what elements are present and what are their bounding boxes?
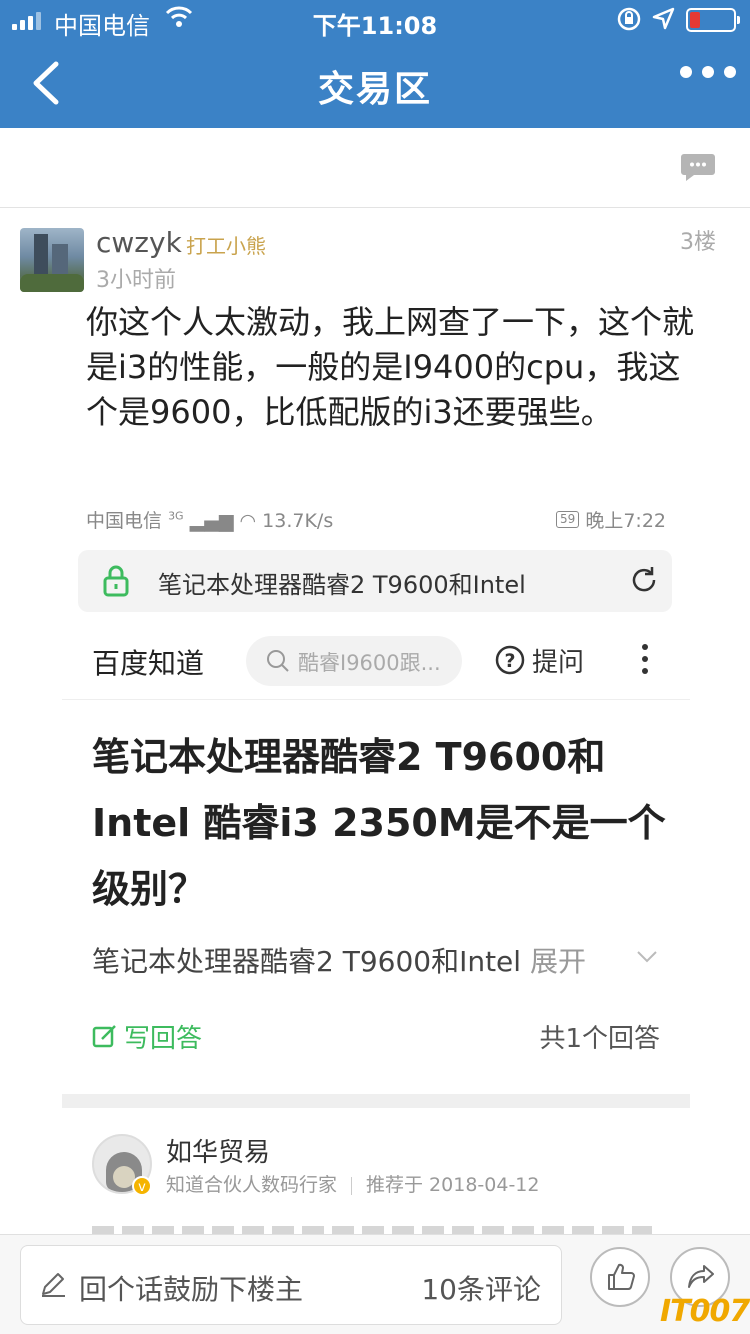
answer-recommended: 推荐于 2018-04-12 <box>366 1174 540 1196</box>
embedded-time: 晚上7:22 <box>585 510 666 532</box>
embedded-carrier: 中国电信 <box>86 510 163 532</box>
question-desc: 笔记本处理器酷睿2 T9600和Intel 展开 <box>92 940 586 980</box>
comment-count[interactable]: 10条评论 <box>421 1268 541 1308</box>
expand-link[interactable]: 展开 <box>530 945 586 978</box>
refresh-icon[interactable] <box>628 564 660 596</box>
toolbar-row <box>0 128 750 208</box>
kebab-menu-icon[interactable] <box>642 644 648 674</box>
top-bar: 中国电信 下午11:08 交易区 <box>0 0 750 128</box>
watermark-logo: IT007 <box>660 1294 750 1329</box>
battery-icon <box>686 8 740 32</box>
answer-meta: 知道合伙人数码行家 推荐于 2018-04-12 <box>166 1170 539 1197</box>
location-icon <box>652 7 675 30</box>
embedded-signal-icon: ▂▄▆ <box>189 510 234 532</box>
write-answer-button[interactable]: 写回答 <box>92 1018 202 1055</box>
ask-button[interactable]: ? 提问 <box>494 642 584 679</box>
write-answer-label: 写回答 <box>124 1024 203 1054</box>
zhidao-header: 百度知道 酷睿I9600跟... ? 提问 <box>62 624 690 700</box>
comment-bubble-icon[interactable] <box>680 152 716 182</box>
embedded-status-right: 59 晚上7:22 <box>556 506 666 533</box>
share-arrow-icon <box>688 1265 714 1288</box>
post-time: 3小时前 <box>96 268 176 293</box>
user-avatar[interactable] <box>20 228 84 292</box>
answer-role: 知道合伙人数码行家 <box>166 1174 338 1196</box>
question-title: 笔记本处理器酷睿2 T9600和Intel 酷睿i3 2350M是不是一个级别？ <box>92 735 666 911</box>
embedded-signal-tag: 3G <box>168 509 184 523</box>
search-placeholder: 酷睿I9600跟... <box>298 651 441 675</box>
floor-number: 3楼 <box>680 230 716 255</box>
verified-badge-icon: v <box>132 1176 152 1196</box>
like-button[interactable] <box>590 1247 650 1307</box>
reply-input[interactable]: 回个话鼓励下楼主 10条评论 <box>20 1245 562 1325</box>
post-content: 你这个人太激动，我上网查了一下，这个就是i3的性能，一般的是I9400的cpu，… <box>86 303 695 431</box>
reply-placeholder: 回个话鼓励下楼主 <box>79 1273 304 1306</box>
section-divider <box>62 1094 690 1108</box>
embedded-battery: 59 <box>556 511 580 528</box>
zhidao-logo[interactable]: 百度知道 <box>92 642 204 682</box>
status-bar: 中国电信 下午11:08 <box>0 0 750 40</box>
page-title: 交易区 <box>317 69 432 110</box>
search-icon <box>267 650 289 672</box>
orientation-lock-icon <box>617 7 641 31</box>
url-text: 笔记本处理器酷睿2 T9600和Intel <box>158 571 526 599</box>
lock-icon <box>103 565 129 597</box>
answer-count: 共1个回答 <box>539 1024 660 1054</box>
ask-label: 提问 <box>532 648 585 678</box>
chevron-down-icon[interactable] <box>636 950 658 964</box>
username[interactable]: cwzyk <box>96 226 182 259</box>
embedded-speed: 13.7K/s <box>262 510 334 532</box>
more-button[interactable] <box>680 66 736 78</box>
meta-separator <box>351 1176 353 1195</box>
question-bubble-icon: ? <box>495 645 525 674</box>
svg-text:?: ? <box>504 650 515 672</box>
question-desc-text: 笔记本处理器酷睿2 T9600和Intel <box>92 945 522 978</box>
url-bar[interactable]: 笔记本处理器酷睿2 T9600和Intel <box>78 550 672 612</box>
thumbs-up-icon <box>608 1263 635 1290</box>
embedded-status-left: 中国电信 3G ▂▄▆ ◠ 13.7K/s <box>86 506 333 533</box>
answer-text-cutoff <box>92 1226 652 1234</box>
embedded-screenshot[interactable]: 中国电信 3G ▂▄▆ ◠ 13.7K/s 59 晚上7:22 笔记本处理器酷睿… <box>62 500 690 1234</box>
edit-icon <box>92 1024 116 1047</box>
user-badge: 打工小熊 <box>186 234 266 258</box>
bottom-bar: 回个话鼓励下楼主 10条评论 <box>0 1234 750 1334</box>
embedded-wifi-icon: ◠ <box>239 510 257 532</box>
answer-author[interactable]: 如华贸易 <box>166 1132 270 1169</box>
zhidao-search[interactable]: 酷睿I9600跟... <box>246 636 462 686</box>
pencil-icon <box>42 1273 65 1297</box>
